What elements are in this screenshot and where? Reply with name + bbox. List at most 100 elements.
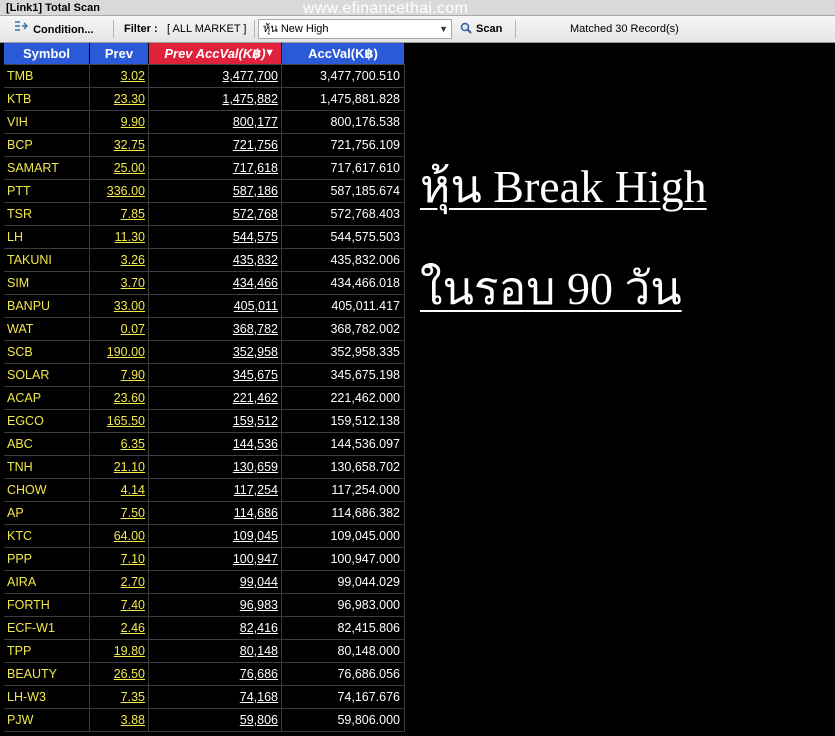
table-row[interactable]: AP 7.50 114,686 114,686.382 — [4, 502, 405, 525]
table-row[interactable]: AIRA 2.70 99,044 99,044.029 — [4, 571, 405, 594]
prev-accval-cell[interactable]: 96,983 — [149, 594, 282, 616]
prev-price-cell[interactable]: 2.46 — [90, 617, 149, 639]
table-row[interactable]: BCP 32.75 721,756 721,756.109 — [4, 134, 405, 157]
symbol-cell[interactable]: TMB — [4, 65, 90, 87]
symbol-cell[interactable]: TAKUNI — [4, 249, 90, 271]
symbol-cell[interactable]: PJW — [4, 709, 90, 731]
symbol-cell[interactable]: SCB — [4, 341, 90, 363]
prev-accval-cell[interactable]: 368,782 — [149, 318, 282, 340]
prev-accval-cell[interactable]: 587,186 — [149, 180, 282, 202]
chevron-down-icon[interactable]: ▼ — [439, 20, 448, 38]
table-row[interactable]: FORTH 7.40 96,983 96,983.000 — [4, 594, 405, 617]
prev-accval-cell[interactable]: 717,618 — [149, 157, 282, 179]
symbol-cell[interactable]: TPP — [4, 640, 90, 662]
table-row[interactable]: EGCO 165.50 159,512 159,512.138 — [4, 410, 405, 433]
prev-accval-cell[interactable]: 352,958 — [149, 341, 282, 363]
prev-price-cell[interactable]: 165.50 — [90, 410, 149, 432]
prev-price-cell[interactable]: 3.02 — [90, 65, 149, 87]
prev-accval-cell[interactable]: 434,466 — [149, 272, 282, 294]
prev-accval-cell[interactable]: 435,832 — [149, 249, 282, 271]
filter-market-value[interactable]: [ ALL MARKET ] — [167, 16, 246, 42]
table-row[interactable]: KTC 64.00 109,045 109,045.000 — [4, 525, 405, 548]
prev-accval-cell[interactable]: 405,011 — [149, 295, 282, 317]
symbol-cell[interactable]: ACAP — [4, 387, 90, 409]
prev-price-cell[interactable]: 7.50 — [90, 502, 149, 524]
prev-price-cell[interactable]: 4.14 — [90, 479, 149, 501]
prev-accval-cell[interactable]: 80,148 — [149, 640, 282, 662]
column-header-symbol[interactable]: Symbol — [4, 43, 90, 64]
table-row[interactable]: CHOW 4.14 117,254 117,254.000 — [4, 479, 405, 502]
prev-price-cell[interactable]: 3.26 — [90, 249, 149, 271]
table-row[interactable]: ACAP 23.60 221,462 221,462.000 — [4, 387, 405, 410]
prev-price-cell[interactable]: 6.35 — [90, 433, 149, 455]
prev-accval-cell[interactable]: 100,947 — [149, 548, 282, 570]
table-row[interactable]: TMB 3.02 3,477,700 3,477,700.510 — [4, 65, 405, 88]
symbol-cell[interactable]: TNH — [4, 456, 90, 478]
table-row[interactable]: PPP 7.10 100,947 100,947.000 — [4, 548, 405, 571]
table-row[interactable]: WAT 0.07 368,782 368,782.002 — [4, 318, 405, 341]
prev-accval-cell[interactable]: 117,254 — [149, 479, 282, 501]
table-row[interactable]: LH-W3 7.35 74,168 74,167.676 — [4, 686, 405, 709]
prev-price-cell[interactable]: 7.35 — [90, 686, 149, 708]
prev-accval-cell[interactable]: 800,177 — [149, 111, 282, 133]
symbol-cell[interactable]: BCP — [4, 134, 90, 156]
prev-price-cell[interactable]: 21.10 — [90, 456, 149, 478]
table-row[interactable]: KTB 23.30 1,475,882 1,475,881.828 — [4, 88, 405, 111]
table-row[interactable]: SIM 3.70 434,466 434,466.018 — [4, 272, 405, 295]
prev-accval-cell[interactable]: 159,512 — [149, 410, 282, 432]
prev-accval-cell[interactable]: 130,659 — [149, 456, 282, 478]
scan-type-dropdown[interactable]: หุ้น New High ▼ — [258, 19, 452, 39]
table-row[interactable]: TPP 19.80 80,148 80,148.000 — [4, 640, 405, 663]
symbol-cell[interactable]: SIM — [4, 272, 90, 294]
prev-price-cell[interactable]: 25.00 — [90, 157, 149, 179]
table-row[interactable]: SAMART 25.00 717,618 717,617.610 — [4, 157, 405, 180]
prev-price-cell[interactable]: 33.00 — [90, 295, 149, 317]
symbol-cell[interactable]: AP — [4, 502, 90, 524]
prev-price-cell[interactable]: 23.60 — [90, 387, 149, 409]
table-row[interactable]: PTT 336.00 587,186 587,185.674 — [4, 180, 405, 203]
prev-price-cell[interactable]: 19.80 — [90, 640, 149, 662]
prev-price-cell[interactable]: 23.30 — [90, 88, 149, 110]
symbol-cell[interactable]: EGCO — [4, 410, 90, 432]
prev-accval-cell[interactable]: 221,462 — [149, 387, 282, 409]
prev-accval-cell[interactable]: 3,477,700 — [149, 65, 282, 87]
prev-accval-cell[interactable]: 345,675 — [149, 364, 282, 386]
symbol-cell[interactable]: CHOW — [4, 479, 90, 501]
symbol-cell[interactable]: SAMART — [4, 157, 90, 179]
prev-accval-cell[interactable]: 59,806 — [149, 709, 282, 731]
symbol-cell[interactable]: PPP — [4, 548, 90, 570]
prev-accval-cell[interactable]: 144,536 — [149, 433, 282, 455]
table-row[interactable]: PJW 3.88 59,806 59,806.000 — [4, 709, 405, 732]
symbol-cell[interactable]: TSR — [4, 203, 90, 225]
symbol-cell[interactable]: LH — [4, 226, 90, 248]
prev-accval-cell[interactable]: 82,416 — [149, 617, 282, 639]
prev-price-cell[interactable]: 7.90 — [90, 364, 149, 386]
symbol-cell[interactable]: KTB — [4, 88, 90, 110]
symbol-cell[interactable]: WAT — [4, 318, 90, 340]
prev-price-cell[interactable]: 0.07 — [90, 318, 149, 340]
prev-accval-cell[interactable]: 74,168 — [149, 686, 282, 708]
table-row[interactable]: BEAUTY 26.50 76,686 76,686.056 — [4, 663, 405, 686]
symbol-cell[interactable]: SOLAR — [4, 364, 90, 386]
prev-price-cell[interactable]: 190.00 — [90, 341, 149, 363]
table-row[interactable]: VIH 9.90 800,177 800,176.538 — [4, 111, 405, 134]
symbol-cell[interactable]: AIRA — [4, 571, 90, 593]
prev-accval-cell[interactable]: 76,686 — [149, 663, 282, 685]
prev-price-cell[interactable]: 32.75 — [90, 134, 149, 156]
symbol-cell[interactable]: ECF-W1 — [4, 617, 90, 639]
scan-button[interactable]: Scan — [460, 16, 502, 42]
prev-accval-cell[interactable]: 1,475,882 — [149, 88, 282, 110]
prev-price-cell[interactable]: 336.00 — [90, 180, 149, 202]
prev-price-cell[interactable]: 64.00 — [90, 525, 149, 547]
prev-accval-cell[interactable]: 572,768 — [149, 203, 282, 225]
symbol-cell[interactable]: PTT — [4, 180, 90, 202]
table-row[interactable]: ECF-W1 2.46 82,416 82,415.806 — [4, 617, 405, 640]
symbol-cell[interactable]: KTC — [4, 525, 90, 547]
prev-price-cell[interactable]: 11.30 — [90, 226, 149, 248]
table-row[interactable]: SOLAR 7.90 345,675 345,675.198 — [4, 364, 405, 387]
table-row[interactable]: BANPU 33.00 405,011 405,011.417 — [4, 295, 405, 318]
table-row[interactable]: TNH 21.10 130,659 130,658.702 — [4, 456, 405, 479]
symbol-cell[interactable]: LH-W3 — [4, 686, 90, 708]
prev-price-cell[interactable]: 26.50 — [90, 663, 149, 685]
symbol-cell[interactable]: VIH — [4, 111, 90, 133]
